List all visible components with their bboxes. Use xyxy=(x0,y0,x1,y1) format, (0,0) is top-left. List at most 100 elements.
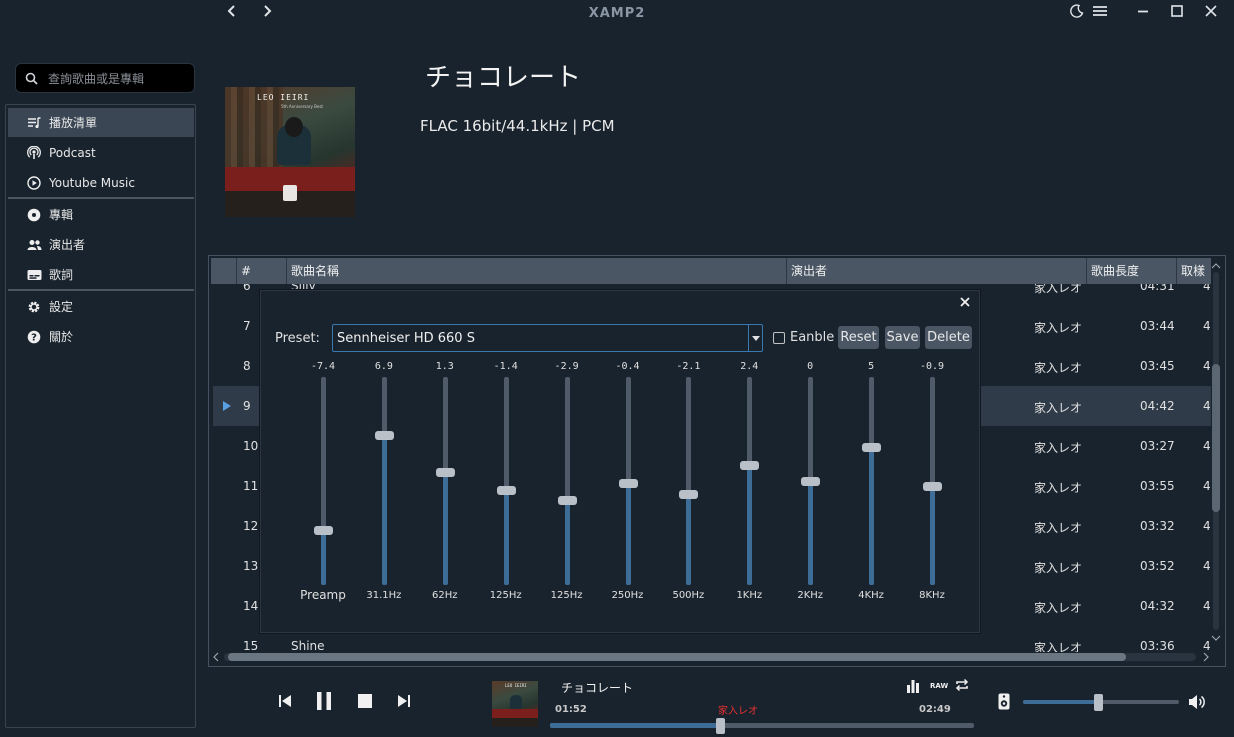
dropdown-arrow[interactable] xyxy=(748,325,762,351)
eq-band-label: 2KHz xyxy=(797,590,824,601)
eq-band-label: 31.1Hz xyxy=(366,590,402,601)
eq-band-fill xyxy=(381,435,387,585)
album-cover-subtitle: 5th Anniversary Best xyxy=(281,104,323,109)
sidebar-item-settings[interactable]: 設定 xyxy=(8,292,194,321)
eq-band-fill xyxy=(625,483,631,585)
horizontal-scrollbar[interactable] xyxy=(212,650,1212,664)
minimize-icon xyxy=(1138,10,1148,13)
maximize-button[interactable] xyxy=(1166,4,1188,22)
repeat-button[interactable] xyxy=(955,678,969,696)
row-duration: 03:44 xyxy=(1140,319,1175,333)
eq-band: 0 2KHz xyxy=(780,361,840,606)
eq-band-handle[interactable] xyxy=(435,467,455,477)
maximize-icon xyxy=(1171,5,1183,17)
sidebar: 播放清單 Podcast Youtube Music 專輯 演出者 歌詞 設定 … xyxy=(5,104,196,728)
reset-button[interactable]: Reset xyxy=(838,326,879,349)
row-duration: 03:45 xyxy=(1140,359,1175,373)
row-number: 9 xyxy=(243,399,251,413)
close-button[interactable] xyxy=(1200,4,1222,22)
volume-slider[interactable] xyxy=(1023,694,1179,711)
now-playing-icon xyxy=(223,401,231,411)
now-playing-cover[interactable]: LEO IEIRI xyxy=(492,681,538,727)
search-input[interactable] xyxy=(48,69,188,89)
app-title: XAMP2 xyxy=(588,6,646,21)
vertical-scrollbar[interactable] xyxy=(1210,262,1222,642)
header-artist[interactable]: 演出者 xyxy=(787,258,1087,284)
eq-band-handle[interactable] xyxy=(496,485,516,495)
eq-band-slider[interactable] xyxy=(679,377,699,585)
eq-band: 6.9 31.1Hz xyxy=(354,361,414,606)
seek-bar[interactable] xyxy=(550,718,974,734)
scroll-thumb[interactable] xyxy=(1212,364,1220,512)
raw-mode-button[interactable]: RAW xyxy=(930,682,948,690)
eq-band: -2.1 500Hz xyxy=(658,361,718,606)
equalizer-button[interactable] xyxy=(906,679,920,697)
eq-band-slider[interactable] xyxy=(923,377,942,585)
sidebar-item-podcast[interactable]: Podcast xyxy=(8,138,194,167)
eq-band-slider[interactable] xyxy=(374,377,394,585)
scroll-thumb[interactable] xyxy=(228,653,1126,661)
delete-button[interactable]: Delete xyxy=(925,326,972,349)
eq-band-handle[interactable] xyxy=(374,430,394,440)
preset-select[interactable]: Sennheiser HD 660 S xyxy=(332,324,763,352)
seek-handle[interactable] xyxy=(715,718,725,734)
sidebar-item-label: Youtube Music xyxy=(49,175,135,190)
theme-toggle-button[interactable] xyxy=(1066,4,1088,22)
volume-handle[interactable] xyxy=(1093,694,1103,711)
eq-band-slider[interactable] xyxy=(435,377,455,585)
minimize-button[interactable] xyxy=(1132,4,1154,22)
eq-band-slider[interactable] xyxy=(862,377,882,585)
eq-band-slider[interactable] xyxy=(618,377,638,585)
eq-band-handle[interactable] xyxy=(862,443,882,453)
sidebar-item-lyrics[interactable]: 歌詞 xyxy=(8,260,194,289)
now-playing-artist: 家入レオ xyxy=(718,706,758,717)
eq-band-handle[interactable] xyxy=(618,479,638,489)
stop-button[interactable] xyxy=(357,693,373,713)
eq-band-slider[interactable] xyxy=(314,377,333,585)
eq-band-preamp: -7.4 Preamp xyxy=(293,361,353,606)
eq-band: -0.4 250Hz xyxy=(598,361,658,606)
menu-button[interactable] xyxy=(1089,4,1111,22)
eq-band-slider[interactable] xyxy=(557,377,577,585)
header-sample[interactable]: 取樣 xyxy=(1177,258,1211,284)
previous-button[interactable] xyxy=(278,694,292,712)
eq-band-label: 125Hz xyxy=(489,590,522,601)
sidebar-item-artists[interactable]: 演出者 xyxy=(8,230,194,259)
sidebar-item-albums[interactable]: 專輯 xyxy=(8,200,194,229)
mute-button[interactable] xyxy=(1188,694,1206,714)
eq-band-handle[interactable] xyxy=(923,482,942,492)
gear-icon xyxy=(26,299,42,315)
scroll-left-icon xyxy=(213,652,219,662)
eq-band-handle[interactable] xyxy=(557,495,577,505)
row-artist: 家入レオ xyxy=(1034,361,1083,375)
eq-band-slider[interactable] xyxy=(801,377,821,585)
header-title[interactable]: 歌曲名稱 xyxy=(287,258,787,284)
header-number[interactable]: # xyxy=(237,258,287,284)
eq-band-slider[interactable] xyxy=(740,377,760,585)
eq-band-fill xyxy=(321,530,326,585)
sidebar-item-youtube-music[interactable]: Youtube Music xyxy=(8,168,194,197)
row-duration: 03:55 xyxy=(1140,479,1175,493)
sidebar-item-label: 關於 xyxy=(49,330,74,344)
row-artist: 家入レオ xyxy=(1034,284,1083,295)
pause-button[interactable] xyxy=(315,691,333,715)
eq-band-handle[interactable] xyxy=(740,460,760,470)
sidebar-item-playlist[interactable]: 播放清單 xyxy=(8,108,194,137)
enable-checkbox[interactable] xyxy=(773,332,785,344)
save-button[interactable]: Save xyxy=(885,326,920,349)
search-box xyxy=(15,63,195,93)
eq-band-gain: 5 xyxy=(868,361,875,372)
sidebar-item-about[interactable]: ? 關於 xyxy=(8,322,194,351)
eq-band-gain: 6.9 xyxy=(374,361,393,372)
row-duration: 03:27 xyxy=(1140,439,1175,453)
eq-close-button[interactable] xyxy=(957,295,973,311)
eq-band-slider[interactable] xyxy=(496,377,516,585)
eq-band-handle[interactable] xyxy=(801,476,821,486)
eq-band-handle[interactable] xyxy=(679,490,699,500)
output-device-button[interactable] xyxy=(998,693,1010,714)
eq-band-fill xyxy=(930,486,935,585)
eq-band-fill xyxy=(808,481,814,585)
eq-band-handle[interactable] xyxy=(314,525,333,535)
next-button[interactable] xyxy=(397,694,411,712)
header-duration[interactable]: 歌曲長度 xyxy=(1087,258,1177,284)
